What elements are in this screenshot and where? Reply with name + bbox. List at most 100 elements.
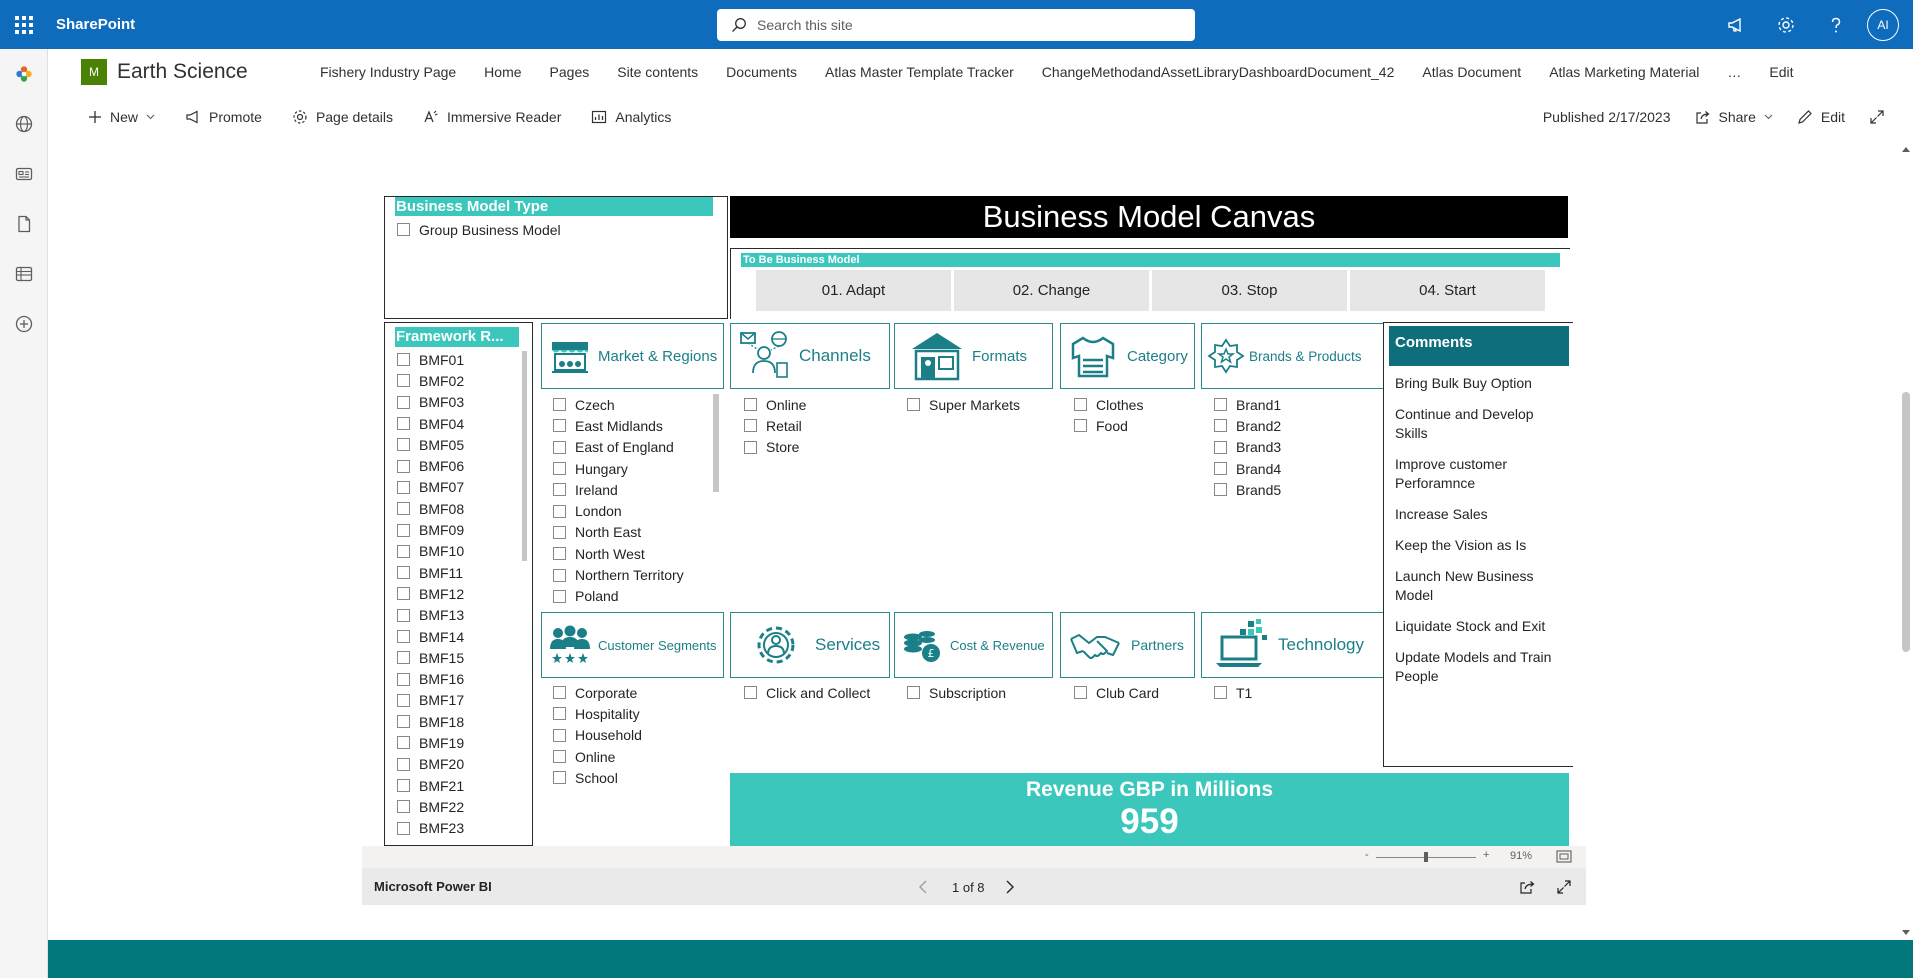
comment-item[interactable]: Bring Bulk Buy Option [1395,374,1567,393]
checkbox[interactable] [397,374,410,388]
slicer-option[interactable]: BMF08 [397,498,464,519]
comment-item[interactable]: Launch New Business Model [1395,567,1567,605]
slicer-option[interactable]: T1 [1214,682,1252,703]
slicer-option[interactable]: BMF20 [397,754,464,775]
slicer-option[interactable]: BMF01 [397,349,464,370]
sharepoint-home-icon[interactable] [0,49,48,99]
nav-atlas-marketing-material[interactable]: Atlas Marketing Material [1549,64,1699,80]
next-page-icon[interactable] [1006,880,1015,894]
checkbox[interactable] [744,686,757,700]
zoom-slider-thumb[interactable] [1424,852,1428,862]
checkbox[interactable] [1214,398,1227,412]
slicer-option[interactable]: London [553,500,684,521]
slicer-option[interactable]: North East [553,522,684,543]
document-icon[interactable] [0,199,48,249]
slicer-option[interactable]: BMF05 [397,434,464,455]
checkbox[interactable] [397,417,410,431]
immersive-reader-button[interactable]: Immersive Reader [423,109,561,125]
megaphone-icon[interactable] [1711,0,1761,49]
checkbox[interactable] [397,779,410,793]
framework-scrollbar[interactable] [522,351,527,561]
checkbox[interactable] [1214,440,1227,454]
checkbox[interactable] [397,757,410,771]
fit-to-page-icon[interactable] [1556,850,1572,863]
checkbox[interactable] [397,608,410,622]
comment-item[interactable]: Liquidate Stock and Exit [1395,617,1567,636]
power-bi-brand[interactable]: Microsoft Power BI [374,879,492,894]
slicer-option[interactable]: Czech [553,394,684,415]
checkbox[interactable] [397,480,410,494]
slicer-option[interactable]: Club Card [1074,682,1159,703]
checkbox[interactable] [1214,462,1227,476]
slicer-option[interactable]: BMF11 [397,562,464,583]
site-title[interactable]: Earth Science [117,60,248,84]
comment-item[interactable]: Improve customer Perforamnce [1395,455,1567,493]
slicer-option[interactable]: BMF13 [397,605,464,626]
checkbox[interactable] [397,223,410,237]
adapt-button[interactable]: 01. Adapt [756,270,951,311]
avatar[interactable]: AI [1867,8,1899,41]
new-button[interactable]: New [88,109,155,125]
slicer-option[interactable]: Group Business Model [397,219,561,240]
slicer-option[interactable]: Online [553,746,642,767]
share-report-icon[interactable] [1519,879,1536,895]
comment-item[interactable]: Continue and Develop Skills [1395,405,1567,443]
slicer-option[interactable]: Brand2 [1214,415,1281,436]
checkbox[interactable] [397,544,410,558]
checkbox[interactable] [553,483,566,497]
slicer-option[interactable]: North West [553,543,684,564]
app-launcher-icon[interactable] [0,0,48,49]
slicer-option[interactable]: Super Markets [907,394,1020,415]
slicer-option[interactable]: BMF06 [397,455,464,476]
scroll-up-icon[interactable] [1902,146,1910,152]
slicer-option[interactable]: School [553,767,642,788]
checkbox[interactable] [744,440,757,454]
channels-card[interactable]: Channels [730,323,890,389]
nav-change-method-dashboard[interactable]: ChangeMethodandAssetLibraryDashboardDocu… [1042,64,1395,80]
slicer-option[interactable]: Northern Territory [553,564,684,585]
settings-gear-icon[interactable] [1761,0,1811,49]
checkbox[interactable] [397,715,410,729]
slicer-option[interactable]: East of England [553,437,684,458]
expand-icon[interactable] [1869,109,1893,125]
customer-segments-card[interactable]: Customer Segments [541,612,724,678]
formats-card[interactable]: Formats [894,323,1053,389]
create-plus-icon[interactable] [0,299,48,349]
checkbox[interactable] [553,398,566,412]
nav-atlas-document[interactable]: Atlas Document [1422,64,1521,80]
checkbox[interactable] [553,547,566,561]
comment-item[interactable]: Increase Sales [1395,505,1567,524]
slicer-option[interactable]: Household [553,725,642,746]
checkbox[interactable] [397,353,410,367]
slicer-option[interactable]: Poland [553,586,684,607]
checkbox[interactable] [553,707,566,721]
globe-icon[interactable] [0,99,48,149]
edit-button[interactable]: Edit [1797,109,1845,125]
checkbox[interactable] [553,504,566,518]
technology-card[interactable]: Technology [1201,612,1384,678]
checkbox[interactable] [553,525,566,539]
slicer-option[interactable]: BMF16 [397,668,464,689]
checkbox[interactable] [553,589,566,603]
slicer-option[interactable]: BMF17 [397,690,464,711]
slicer-option[interactable]: BMF14 [397,626,464,647]
slicer-option[interactable]: BMF18 [397,711,464,732]
slicer-option[interactable]: Clothes [1074,394,1143,415]
checkbox[interactable] [553,440,566,454]
slicer-option[interactable]: BMF10 [397,541,464,562]
slicer-option[interactable]: Food [1074,415,1143,436]
checkbox[interactable] [1074,398,1087,412]
slicer-option[interactable]: BMF23 [397,818,464,839]
checkbox[interactable] [397,821,410,835]
brands-products-card[interactable]: Brands & Products [1201,323,1384,389]
zoom-out-button[interactable]: - [1365,849,1369,861]
slicer-option[interactable]: Brand5 [1214,479,1281,500]
previous-page-icon[interactable] [918,880,927,894]
zoom-in-button[interactable]: + [1483,849,1489,861]
slicer-option[interactable]: BMF19 [397,732,464,753]
checkbox[interactable] [397,566,410,580]
slicer-option[interactable]: East Midlands [553,415,684,436]
slicer-option[interactable]: BMF22 [397,796,464,817]
checkbox[interactable] [744,419,757,433]
slicer-option[interactable]: Subscription [907,682,1006,703]
